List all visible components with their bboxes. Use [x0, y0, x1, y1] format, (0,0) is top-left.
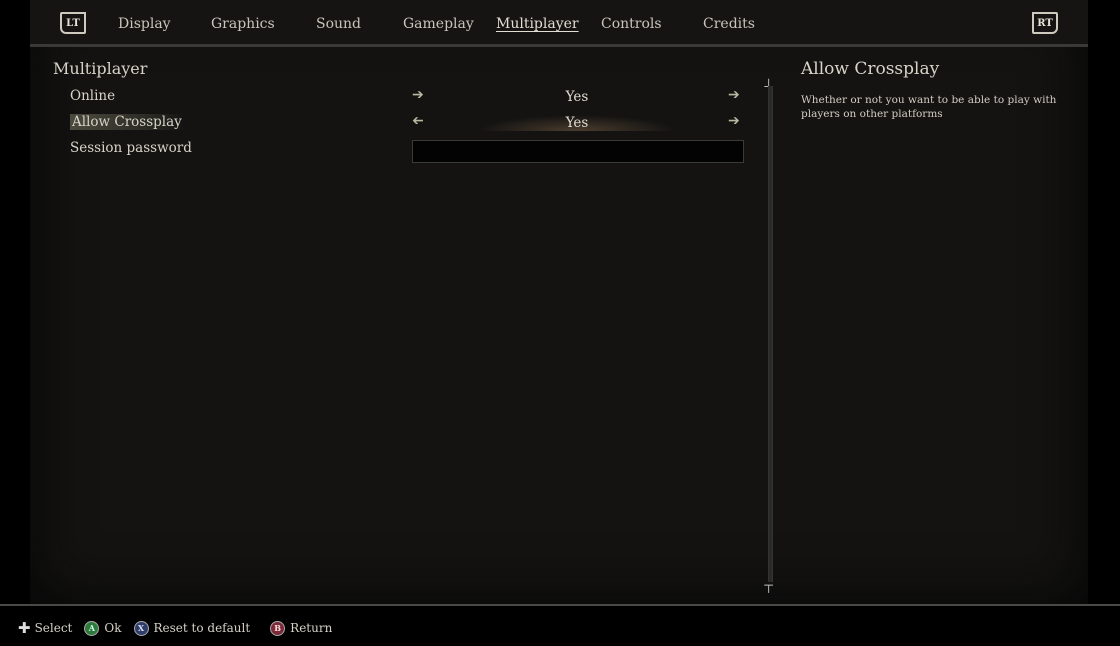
- setting-crossplay-value[interactable]: Yes: [477, 115, 677, 131]
- b-button-icon: B: [270, 620, 286, 636]
- hint-select[interactable]: ✚ Select: [18, 619, 72, 637]
- footer-divider: [0, 604, 1120, 606]
- setting-online-label[interactable]: Online: [70, 88, 115, 104]
- footer-hints: ✚ Select A Ok X Reset to default B Retur…: [18, 619, 344, 637]
- tab-graphics[interactable]: Graphics: [211, 16, 275, 32]
- arrow-right-icon[interactable]: ➔: [728, 87, 740, 103]
- tab-bar: LT Display Graphics Sound Gameplay Multi…: [30, 0, 1088, 47]
- tab-credits[interactable]: Credits: [703, 16, 755, 32]
- setting-online-value[interactable]: Yes: [477, 89, 677, 105]
- arrow-left-icon[interactable]: ➔: [412, 87, 424, 103]
- tab-display[interactable]: Display: [118, 16, 171, 32]
- lt-bumper-icon[interactable]: LT: [60, 12, 86, 34]
- hint-ok-label: Ok: [104, 621, 122, 635]
- description-title: Allow Crossplay: [801, 59, 940, 79]
- a-button-icon: A: [84, 620, 100, 636]
- section-title: Multiplayer: [53, 59, 148, 78]
- setting-session-password-label[interactable]: Session password: [70, 140, 192, 156]
- tab-controls[interactable]: Controls: [601, 16, 662, 32]
- hint-reset[interactable]: X Reset to default: [133, 620, 251, 636]
- hint-ok[interactable]: A Ok: [84, 620, 122, 636]
- x-button-icon: X: [133, 620, 149, 636]
- hint-return[interactable]: B Return: [270, 620, 333, 636]
- arrow-left-icon[interactable]: ➔: [412, 113, 424, 129]
- hint-select-label: Select: [34, 621, 73, 635]
- arrow-right-icon[interactable]: ➔: [728, 113, 740, 129]
- setting-crossplay-label[interactable]: Allow Crossplay: [70, 114, 184, 130]
- scrollbar[interactable]: [768, 86, 773, 582]
- hint-return-label: Return: [290, 621, 333, 635]
- tab-gameplay[interactable]: Gameplay: [403, 16, 474, 32]
- scroll-down-icon[interactable]: ⊤: [763, 582, 774, 596]
- rt-bumper-icon[interactable]: RT: [1032, 12, 1058, 34]
- hint-reset-label: Reset to default: [153, 621, 251, 635]
- tab-multiplayer[interactable]: Multiplayer: [496, 16, 579, 32]
- description-body: Whether or not you want to be able to pl…: [801, 94, 1057, 120]
- session-password-input[interactable]: [412, 140, 744, 163]
- tab-sound[interactable]: Sound: [316, 16, 361, 32]
- dpad-icon: ✚: [18, 619, 31, 637]
